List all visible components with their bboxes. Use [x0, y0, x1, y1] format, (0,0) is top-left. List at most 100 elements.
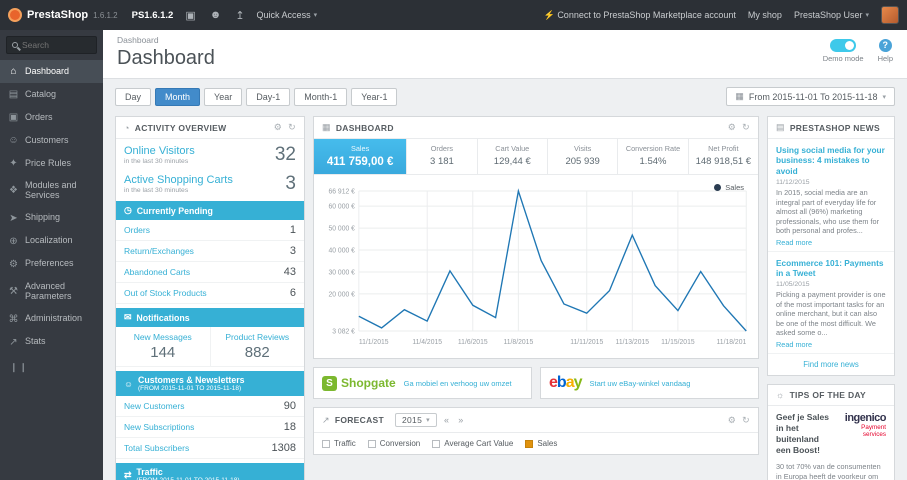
new-subscriptions-row[interactable]: New Subscriptions 18 [116, 417, 304, 438]
abandoned-carts-row[interactable]: Abandoned Carts 43 [116, 262, 304, 283]
notifications-title: Notifications [136, 312, 190, 323]
help-button[interactable]: ? Help [878, 39, 893, 63]
stat-label: Out of Stock Products [124, 288, 207, 298]
gear-icon[interactable]: ⚙ [274, 122, 282, 133]
stat-value: 90 [283, 400, 296, 412]
date-range-picker[interactable]: ▦ From 2015-11-01 To 2015-11-18 ▾ [726, 87, 895, 106]
price-tag-icon: ✦ [9, 158, 18, 169]
gear-icon[interactable]: ⚙ [728, 415, 736, 426]
product-reviews-cell[interactable]: Product Reviews 882 [209, 327, 304, 367]
stat-label: New Subscriptions [124, 422, 195, 432]
news-article-title[interactable]: Using social media for your business: 4 … [776, 145, 886, 176]
shopgate-promo[interactable]: S Shopgate Ga mobiel en verhoog uw omzet [313, 367, 532, 399]
forecast-prev-button[interactable]: « [442, 415, 451, 425]
sidebar-item-advanced-parameters[interactable]: ⚒ Advanced Parameters [0, 276, 103, 308]
filter-year-button[interactable]: Year [204, 87, 243, 106]
kpi-label: Cart Value [495, 144, 530, 153]
forecast-legend-conversion[interactable]: Conversion [367, 439, 420, 448]
breadcrumb[interactable]: Dashboard [117, 35, 215, 45]
new-messages-cell[interactable]: New Messages 144 [116, 327, 210, 367]
checkbox-icon[interactable] [525, 439, 534, 448]
kpi-conversion-rate[interactable]: Conversion Rate 1.54% [618, 139, 689, 174]
prestashop-news-panel: ▤ PrestaShop News Using social media for… [767, 116, 895, 376]
filter-year-1-button[interactable]: Year-1 [351, 87, 398, 106]
gear-icon[interactable]: ⚙ [728, 122, 736, 133]
chart-legend-sales[interactable]: Sales [714, 183, 744, 192]
refresh-icon[interactable]: ↻ [742, 415, 750, 426]
sidebar-item-price-rules[interactable]: ✦ Price Rules [0, 152, 103, 175]
sidebar-collapse-button[interactable]: ❙❙ [0, 354, 103, 381]
filter-day-button[interactable]: Day [115, 87, 152, 106]
online-visitors-value: 32 [274, 144, 296, 165]
refresh-icon[interactable]: ↻ [742, 122, 750, 133]
find-more-news-link[interactable]: Find more news [768, 354, 894, 375]
out-of-stock-row[interactable]: Out of Stock Products 6 [116, 283, 304, 304]
shopgate-link[interactable]: Ga mobiel en verhoog uw omzet [404, 379, 512, 388]
pending-orders-row[interactable]: Orders 1 [116, 220, 304, 241]
stat-label: Product Reviews [225, 332, 290, 342]
ebay-promo[interactable]: ebay Start uw eBay-winkel vandaag [540, 367, 759, 399]
online-visitors-metric[interactable]: Online Visitors in the last 30 minutes 3… [116, 139, 304, 168]
my-shop-link[interactable]: My shop [748, 10, 782, 20]
help-icon[interactable]: ? [878, 39, 892, 52]
news-article-title[interactable]: Ecommerce 101: Payments in a Tweet [776, 258, 886, 279]
forecast-next-button[interactable]: » [456, 415, 465, 425]
sidebar-item-modules[interactable]: ❖ Modules and Services [0, 175, 103, 207]
prestashop-logo[interactable]: PrestaShop 1.6.1.2 [8, 8, 118, 22]
filter-day-1-button[interactable]: Day-1 [246, 87, 291, 106]
sidebar-item-administration[interactable]: ⌘ Administration [0, 308, 103, 331]
kpi-cart-value[interactable]: Cart Value 129,44 € [478, 139, 548, 174]
filter-month-1-button[interactable]: Month-1 [294, 87, 348, 106]
sidebar-item-catalog[interactable]: ▤ Catalog [0, 83, 103, 106]
sidebar-item-shipping[interactable]: ➤ Shipping [0, 207, 103, 230]
pending-returns-row[interactable]: Return/Exchanges 3 [116, 241, 304, 262]
forecast-panel: ↗ Forecast 2015 ▾ « » ⚙ ↻ [313, 407, 759, 455]
admin-icon: ⌘ [8, 313, 19, 325]
search-input[interactable] [22, 40, 92, 50]
kpi-net-profit[interactable]: Net Profit 148 918,51 € [689, 139, 758, 174]
launch-icon[interactable]: ↥ [233, 9, 246, 22]
demo-mode-toggle[interactable]: Demo mode [823, 39, 864, 63]
sales-line-chart[interactable]: 66 912 € 60 000 € 50 000 € 40 000 € 30 000 €… [316, 179, 756, 351]
total-subscribers-row[interactable]: Total Subscribers 1308 [116, 438, 304, 459]
kpi-sales[interactable]: Sales 411 759,00 € [314, 139, 408, 174]
forecast-legend-average-cart-value[interactable]: Average Cart Value [432, 439, 513, 448]
quick-access-menu[interactable]: Quick Access ▾ [257, 10, 318, 20]
kpi-orders[interactable]: Orders 3 181 [407, 139, 478, 174]
legend-dot-icon [714, 184, 722, 191]
forecast-legend-sales[interactable]: Sales [525, 439, 557, 448]
checkbox-icon[interactable] [432, 439, 441, 448]
sidebar-item-customers[interactable]: ☺ Customers [0, 129, 103, 152]
modules-icon: ❖ [9, 185, 18, 197]
sidebar-item-dashboard[interactable]: ⌂ Dashboard [0, 60, 103, 83]
sidebar-item-localization[interactable]: ⊕ Localization [0, 230, 103, 253]
cart-icon[interactable]: ▣ [183, 9, 197, 22]
checkbox-icon[interactable] [322, 439, 330, 448]
marketplace-link[interactable]: ⚡ Connect to PrestaShop Marketplace acco… [544, 10, 736, 21]
forecast-year-select[interactable]: 2015 ▾ [395, 413, 437, 427]
stat-value: 144 [150, 344, 176, 361]
demo-mode-label: Demo mode [822, 54, 864, 63]
user-menu[interactable]: PrestaShop User ▾ [794, 10, 869, 20]
checkbox-icon[interactable] [367, 439, 376, 448]
sales-chart[interactable]: Sales 66 912 € 60 000 € 50 000 € 40 000 € 30… [314, 175, 758, 358]
kpi-visits[interactable]: Visits 205 939 [548, 139, 619, 174]
read-more-link[interactable]: Read more [776, 340, 886, 349]
sidebar-item-preferences[interactable]: ⚙ Preferences [0, 253, 103, 276]
read-more-link[interactable]: Read more [776, 238, 886, 247]
active-carts-metric[interactable]: Active Shopping Carts in the last 30 min… [116, 168, 304, 197]
sidebar-item-orders[interactable]: ▣ Orders [0, 106, 103, 129]
forecast-legend-traffic[interactable]: Traffic [322, 439, 356, 448]
sidebar-item-stats[interactable]: ↗ Stats [0, 331, 103, 354]
new-customers-row[interactable]: New Customers 90 [116, 396, 304, 417]
catalog-icon: ▤ [8, 89, 19, 100]
sidebar-item-label: Catalog [25, 88, 57, 99]
refresh-icon[interactable]: ↻ [288, 122, 296, 133]
profile-icon[interactable]: ☻ [208, 9, 224, 21]
stat-value: 3 [289, 245, 296, 257]
bolt-icon: ⚡ [543, 9, 555, 20]
avatar[interactable] [881, 6, 899, 24]
ebay-link[interactable]: Start uw eBay-winkel vandaag [590, 379, 691, 388]
filter-month-button[interactable]: Month [155, 87, 201, 106]
toggle-icon[interactable] [830, 39, 857, 52]
